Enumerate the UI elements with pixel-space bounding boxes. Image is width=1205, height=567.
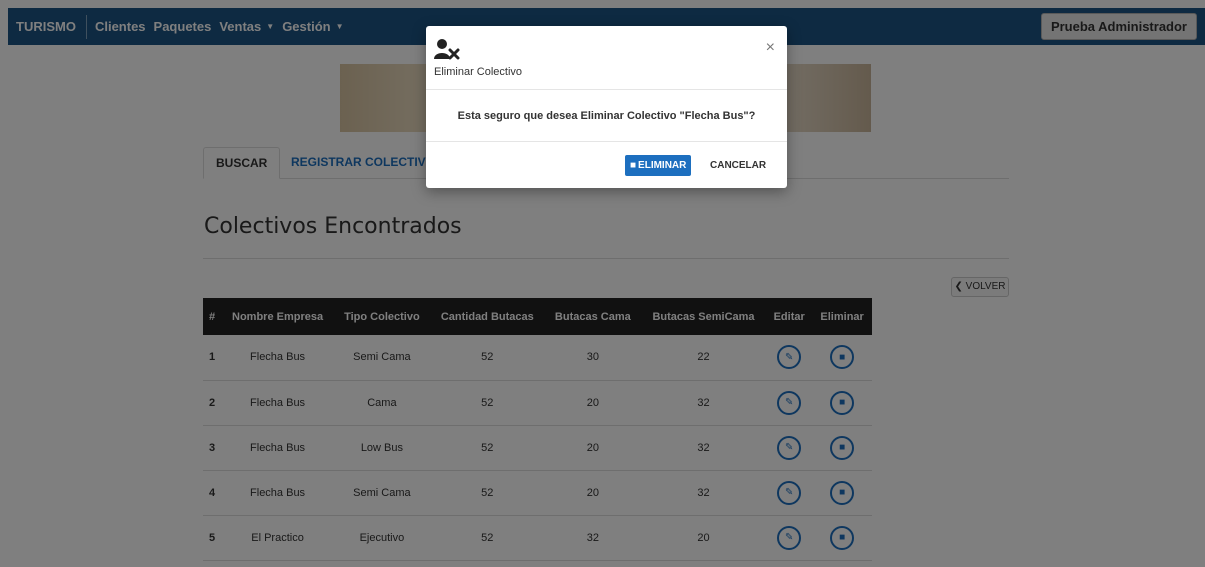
delete-confirm-modal: × Eliminar Colectivo Esta seguro que des… bbox=[426, 26, 787, 188]
cancel-button[interactable]: CANCELAR bbox=[710, 155, 766, 176]
close-icon[interactable]: × bbox=[766, 40, 775, 56]
modal-title: Eliminar Colectivo bbox=[434, 66, 523, 78]
trash-icon: ■ bbox=[630, 160, 637, 171]
user-remove-icon bbox=[434, 39, 460, 60]
confirm-delete-label: ELIMINAR bbox=[638, 160, 687, 171]
confirm-delete-button[interactable]: ■ ELIMINAR bbox=[625, 155, 692, 176]
modal-message: Esta seguro que desea Eliminar Colectivo… bbox=[457, 109, 756, 122]
modal-body: Esta seguro que desea Eliminar Colectivo… bbox=[426, 90, 787, 142]
modal-header: × Eliminar Colectivo bbox=[426, 26, 787, 90]
modal-footer: ■ ELIMINAR CANCELAR bbox=[426, 142, 787, 186]
